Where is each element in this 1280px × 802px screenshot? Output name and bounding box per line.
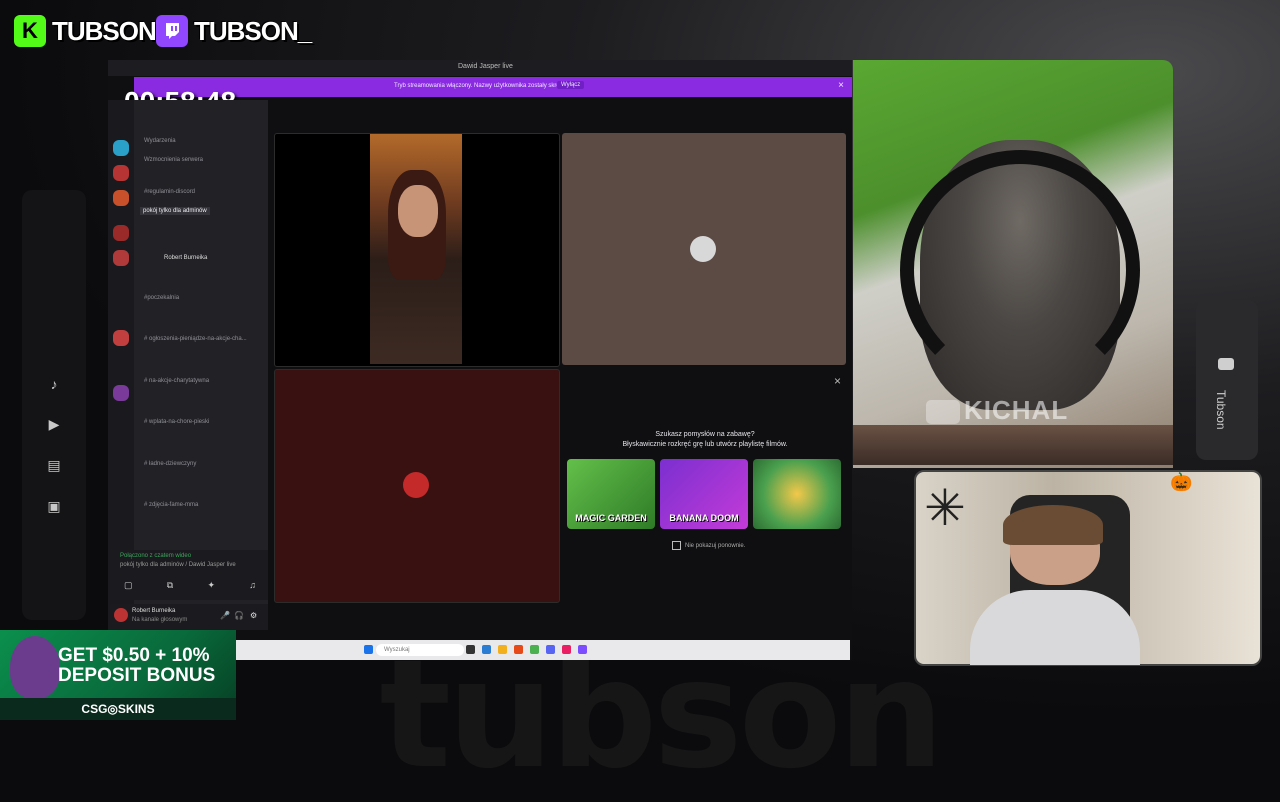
user-panel: Robert Burneika Na kanale głosowym 🎤 🎧 ⚙ — [110, 604, 268, 630]
channel-item[interactable]: # ładne-dziewczyny — [144, 461, 196, 467]
banner-close-icon[interactable]: × — [838, 80, 844, 91]
promo-subtitle: Błyskawicznie rozkręć grę lub utwórz pla… — [622, 441, 788, 448]
server-icon[interactable] — [113, 190, 129, 206]
spiderweb-decoration: ✳ — [924, 480, 966, 536]
kick-logo-icon: K — [14, 15, 46, 47]
windows-taskbar: Wyszukaj — [236, 640, 850, 660]
music-icon[interactable]: ♪ — [44, 374, 64, 394]
activity-card-magic-garden[interactable]: MAGIC GARDEN — [567, 459, 655, 529]
windows-start-icon[interactable] — [364, 645, 373, 654]
server-icon[interactable] — [113, 225, 129, 241]
streamer-mode-banner: Tryb streamowania włączony. Nazwy użytko… — [134, 77, 852, 97]
chrome-icon[interactable] — [530, 645, 539, 654]
channel-item[interactable]: #regulamin-discord — [144, 189, 195, 195]
kick-handle-tag: K TUBSON — [14, 12, 157, 50]
banner-message: Tryb streamowania włączony. Nazwy użytko… — [394, 83, 575, 89]
edge-icon[interactable] — [482, 645, 491, 654]
twitch-handle: TUBSON_ — [194, 15, 312, 46]
close-icon[interactable]: × — [834, 374, 841, 388]
server-icon[interactable] — [113, 140, 129, 156]
avatar — [690, 236, 716, 262]
user-status: Na kanale głosowym — [132, 617, 188, 623]
channel-item[interactable]: Wzmocnienia serwera — [144, 157, 203, 163]
soundboard-icon[interactable]: ♫ — [249, 580, 256, 591]
camera-toggle-icon[interactable]: ▢ — [124, 580, 133, 591]
ad-headline: GET $0.50 + 10% DEPOSIT BONUS — [58, 645, 216, 686]
channel-item[interactable]: #poczekalnia — [144, 295, 179, 301]
voice-member[interactable]: Robert Burneika — [164, 255, 207, 261]
dont-show-checkbox[interactable]: Nie pokazuj ponownie. — [672, 541, 745, 550]
dont-show-label: Nie pokazuj ponownie. — [685, 543, 746, 550]
voice-status: Połączono z czatem wideo — [120, 553, 192, 559]
activity-card-balloons[interactable] — [753, 459, 841, 529]
twitch-logo-icon — [156, 15, 188, 47]
taskbar-search[interactable]: Wyszukaj — [376, 644, 464, 656]
promo-text: Szukasz pomysłów na zabawę? Błyskawiczni… — [610, 430, 800, 450]
server-icon[interactable] — [113, 165, 129, 181]
avatar[interactable] — [114, 608, 128, 622]
channel-item-active[interactable]: pokój tylko dla adminów — [140, 207, 210, 215]
pumpkin-icon: 🎃 — [1170, 472, 1193, 492]
guest-hair — [1003, 505, 1103, 545]
left-dock — [22, 190, 86, 620]
kick-handle: TUBSON — [52, 15, 157, 46]
youtube-icon — [1218, 358, 1234, 370]
guest-hoodie — [970, 590, 1140, 665]
sponsor-ad[interactable]: GET $0.50 + 10% DEPOSIT BONUS CSG◎SKINS — [0, 630, 236, 720]
screenshare-icon[interactable]: ⧉ — [167, 580, 173, 591]
user-name: Robert Burneika — [132, 608, 176, 614]
video-play-icon[interactable]: ▶ — [44, 414, 64, 434]
taskview-icon[interactable] — [466, 645, 475, 654]
channel-item[interactable]: # ogłoszenia-pieniądze-na-akcje-cha... — [144, 336, 247, 342]
channel-item[interactable]: # na-akcje-charytatywna — [144, 378, 209, 384]
crowd-strip — [853, 425, 1173, 465]
activity-icon[interactable]: ✦ — [207, 580, 215, 591]
app-icon[interactable] — [578, 645, 587, 654]
avatar — [403, 472, 429, 498]
mascot-icon — [10, 636, 60, 698]
ad-brand: CSG◎SKINS — [0, 698, 236, 720]
channel-item[interactable]: # wplata-na-chore-pieski — [144, 419, 209, 425]
voice-connection-panel: Połączono z czatem wideo pokój tylko dla… — [110, 550, 268, 600]
voice-channel: pokój tylko dla adminów / Dawid Jasper l… — [120, 562, 236, 568]
promo-title: Szukasz pomysłów na zabawę? — [655, 431, 755, 438]
app-icon[interactable] — [562, 645, 571, 654]
twitch-handle-tag: TUBSON_ — [156, 12, 312, 50]
window-titlebar: Dawid Jasper live — [108, 60, 852, 76]
play-icon — [926, 400, 960, 425]
channel-item[interactable]: # zdjęcia-fame-mma — [144, 502, 198, 508]
window-title: Dawid Jasper live — [458, 63, 513, 70]
app-icon[interactable] — [514, 645, 523, 654]
server-icon[interactable] — [113, 385, 129, 401]
youtube-side-tab: Tubson — [1196, 300, 1258, 460]
image-icon[interactable]: ▣ — [44, 496, 64, 516]
headphones-icon[interactable]: 🎧 — [234, 611, 244, 620]
activity-card-banana-doom[interactable]: BANANA DOOM — [660, 459, 748, 529]
channel-item[interactable]: Wydarzenia — [144, 138, 176, 144]
headphones-shape — [900, 150, 1140, 390]
explorer-icon[interactable] — [498, 645, 507, 654]
banner-disable-button[interactable]: Wyłącz — [557, 81, 585, 89]
webcam-label: KICHAL — [926, 395, 1068, 426]
server-icon[interactable] — [113, 330, 129, 346]
channel-watermark: tubson — [379, 628, 945, 802]
clapperboard-icon[interactable]: ▤ — [44, 455, 64, 475]
mic-icon[interactable]: 🎤 — [220, 611, 230, 620]
settings-gear-icon[interactable]: ⚙ — [250, 611, 257, 620]
participant-face — [398, 185, 438, 237]
side-tab-label: Tubson — [1214, 390, 1228, 430]
checkbox-icon[interactable] — [672, 541, 681, 550]
discord-icon[interactable] — [546, 645, 555, 654]
server-icon[interactable] — [113, 250, 129, 266]
